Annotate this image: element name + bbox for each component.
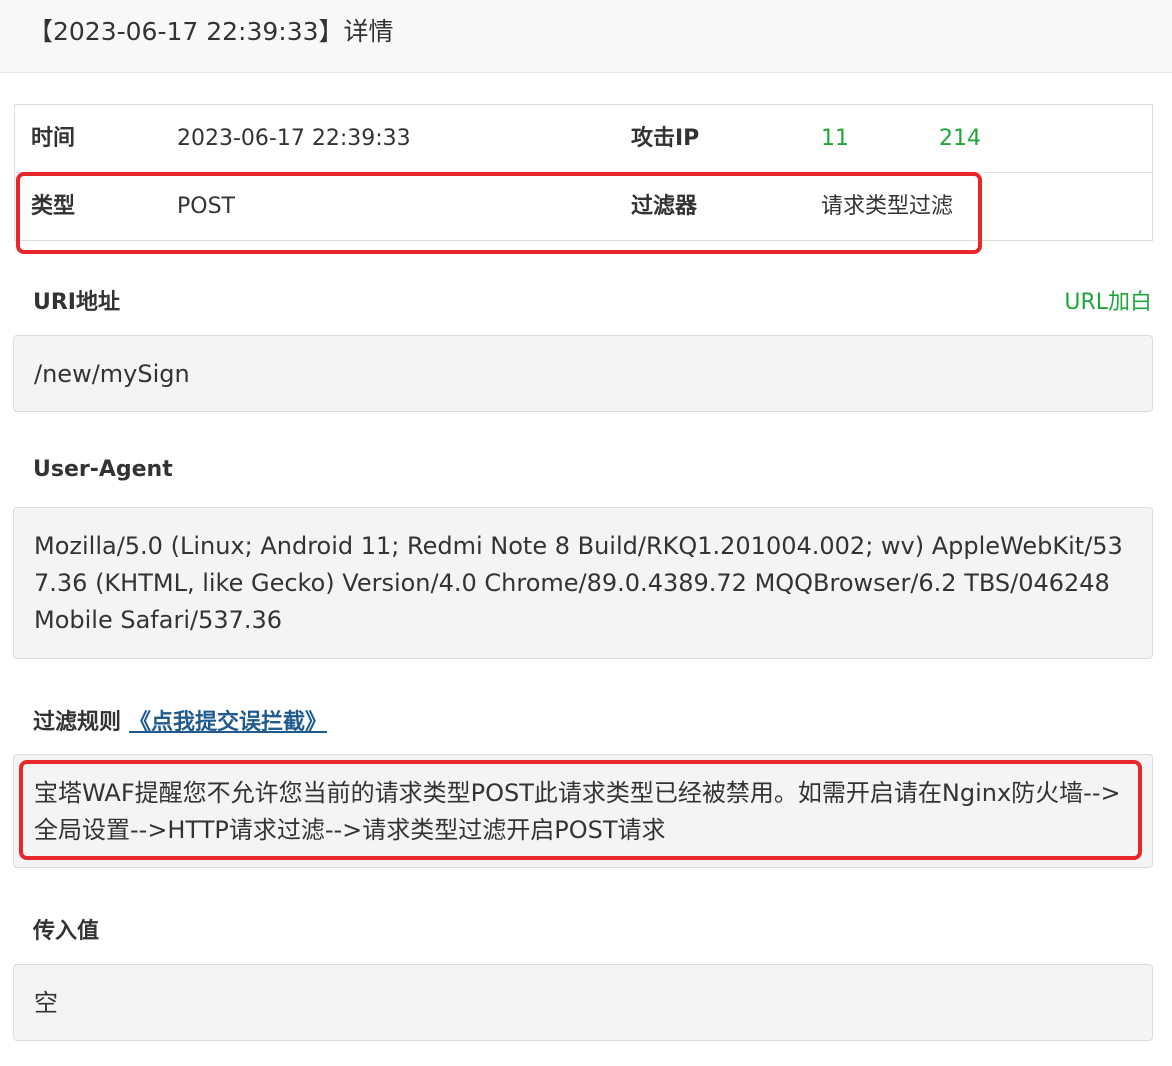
filter-rule-box: 宝塔WAF提醒您不允许您当前的请求类型POST此请求类型已经被禁用。如需开启请在… — [13, 754, 1153, 868]
user-agent-box: Mozilla/5.0 (Linux; Android 11; Redmi No… — [13, 507, 1153, 659]
url-whitelist-link[interactable]: URL加白 — [1064, 284, 1152, 316]
user-agent-value: Mozilla/5.0 (Linux; Android 11; Redmi No… — [34, 532, 1123, 634]
info-row-type: 类型 POST 过滤器 请求类型过滤 — [15, 173, 1152, 241]
dialog-title-text: 【2023-06-17 22:39:33】详情 — [28, 17, 394, 46]
filter-rule-label: 过滤规则 — [33, 710, 122, 735]
filter-value: 请求类型过滤 — [821, 194, 954, 219]
time-label: 时间 — [31, 126, 76, 151]
filter-label: 过滤器 — [631, 194, 698, 219]
uri-value-box: /new/mySign — [13, 335, 1153, 412]
type-value: POST — [177, 194, 235, 219]
attack-ip-value-part1: 11 — [821, 126, 849, 151]
time-value: 2023-06-17 22:39:33 — [177, 126, 411, 151]
input-value-label: 传入值 — [33, 919, 100, 944]
info-table: 时间 2023-06-17 22:39:33 攻击IP 11 214 类型 PO… — [14, 104, 1153, 241]
input-value-value: 空 — [34, 989, 58, 1017]
attack-ip-label: 攻击IP — [631, 126, 700, 151]
user-agent-label: User-Agent — [33, 457, 173, 482]
type-label: 类型 — [31, 194, 76, 219]
input-value-box: 空 — [13, 964, 1153, 1041]
filter-rule-value: 宝塔WAF提醒您不允许您当前的请求类型POST此请求类型已经被禁用。如需开启请在… — [34, 779, 1121, 844]
info-row-time: 时间 2023-06-17 22:39:33 攻击IP 11 214 — [15, 105, 1152, 173]
dialog-title: 【2023-06-17 22:39:33】详情 — [0, 0, 1172, 73]
filter-rule-heading: 过滤规则 《点我提交误拦截》 — [33, 704, 327, 736]
report-false-positive-link[interactable]: 《点我提交误拦截》 — [129, 710, 327, 735]
attack-ip-value-part2: 214 — [939, 126, 981, 151]
uri-label: URI地址 — [33, 290, 120, 315]
uri-value: /new/mySign — [34, 360, 190, 388]
